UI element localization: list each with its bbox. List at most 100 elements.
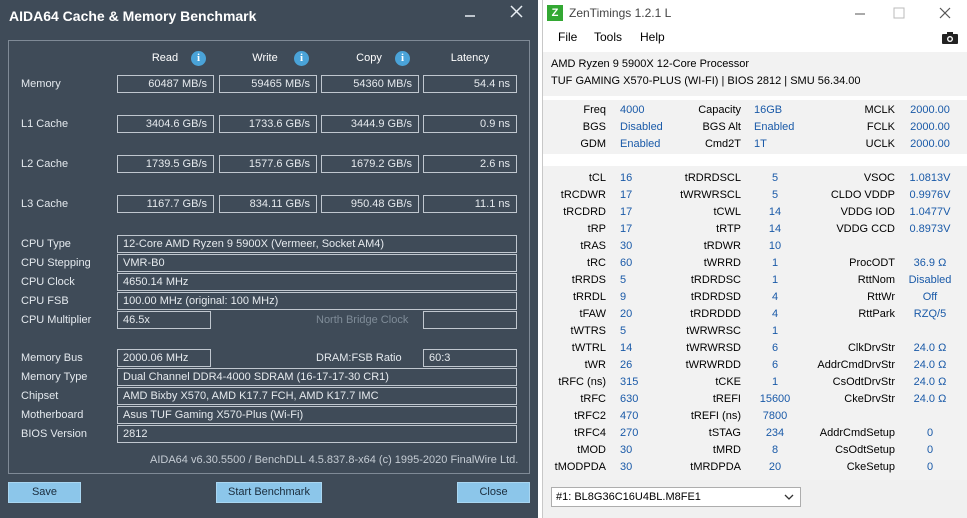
cpu-type-label: CPU Type: [21, 238, 71, 250]
timing-label: AddrCmdDrvStr: [817, 359, 895, 371]
timing-label: tRDRDDD: [690, 308, 741, 320]
start-benchmark-button[interactable]: Start Benchmark: [216, 482, 322, 503]
timing-label: tRC: [587, 257, 606, 269]
timing-label: tRDWR: [703, 240, 741, 252]
minimize-button[interactable]: [455, 4, 485, 26]
aida64-window: AIDA64 Cache & Memory Benchmark Read i W…: [0, 0, 538, 518]
timing-label: tFAW: [579, 308, 606, 320]
timing-value: 0: [926, 444, 934, 456]
info-icon[interactable]: i: [294, 51, 309, 66]
timing-value: 0: [926, 461, 934, 473]
timing-value: 16: [620, 172, 633, 184]
menu-help[interactable]: Help: [640, 30, 665, 44]
timing-label: tMODPDA: [554, 461, 606, 473]
menu-tools[interactable]: Tools: [594, 30, 622, 44]
timing-value: 24.0 Ω: [913, 376, 947, 388]
timing-label: CLDO VDDP: [830, 189, 895, 201]
save-button[interactable]: Save: [8, 482, 81, 503]
timing-label: CkeDrvStr: [844, 393, 895, 405]
menu-file[interactable]: File: [558, 30, 577, 44]
timing-value: 24.0 Ω: [913, 342, 947, 354]
freq-label: UCLK: [865, 138, 895, 150]
minimize-button[interactable]: [849, 4, 871, 24]
freq-value: 2000.00: [910, 138, 950, 150]
close-window-button[interactable]: [934, 4, 956, 24]
screenshot-button[interactable]: [941, 31, 959, 45]
timing-value: Off: [922, 291, 938, 303]
info-icon[interactable]: i: [395, 51, 410, 66]
timing-label: tRFC: [580, 393, 606, 405]
header-write: Write: [252, 52, 278, 64]
zentimings-logo-icon: Z: [547, 5, 563, 21]
timing-value: 5: [620, 325, 627, 337]
timing-value: 15600: [759, 393, 791, 405]
memory-module-select[interactable]: #1: BL8G36C16U4BL.M8FE1: [551, 487, 801, 507]
timing-label: tWRWRSCL: [680, 189, 741, 201]
timing-value: 4: [771, 291, 779, 303]
aida64-title-bar[interactable]: AIDA64 Cache & Memory Benchmark: [0, 0, 538, 32]
timing-value: 36.9 Ω: [913, 257, 947, 269]
motherboard-label: Motherboard: [21, 409, 84, 421]
close-window-button[interactable]: [501, 4, 531, 26]
timing-value: 270: [620, 427, 639, 439]
chipset-label: Chipset: [21, 390, 59, 402]
aida64-version-footer: AIDA64 v6.30.5500 / BenchDLL 4.5.837.8-x…: [150, 454, 519, 466]
timing-label: RttWr: [867, 291, 895, 303]
freq-label: GDM: [580, 138, 606, 150]
timing-value: 7800: [762, 410, 788, 422]
zentimings-window-title: ZenTimings 1.2.1 L: [569, 6, 672, 20]
zentimings-title-bar[interactable]: Z ZenTimings 1.2.1 L: [543, 0, 967, 28]
info-icon[interactable]: i: [191, 51, 206, 66]
timing-value: 17: [620, 206, 633, 218]
l3-copy-value: 950.48 GB/s: [321, 195, 419, 213]
timing-label: tCL: [588, 172, 606, 184]
timing-label: tMRD: [712, 444, 741, 456]
close-button[interactable]: Close: [457, 482, 530, 503]
timing-value: 9: [620, 291, 627, 303]
timing-label: RttNom: [857, 274, 895, 286]
timing-value: 470: [620, 410, 639, 422]
timing-value: 60: [620, 257, 633, 269]
timing-value: 20: [768, 461, 782, 473]
memory-write-value: 59465 MB/s: [219, 75, 317, 93]
freq-value: Enabled: [754, 121, 795, 133]
timing-label: VSOC: [863, 172, 895, 184]
timing-label: tWRWRSD: [686, 342, 741, 354]
dram-fsb-ratio-label: DRAM:FSB Ratio: [316, 352, 402, 364]
timing-value: 5: [771, 172, 779, 184]
timing-label: tWRWRSC: [686, 325, 741, 337]
timing-label: tRDRDSD: [690, 291, 741, 303]
timing-label: ProcODT: [849, 257, 895, 269]
freq-label: BGS Alt: [702, 121, 741, 133]
l1-write-value: 1733.6 GB/s: [219, 115, 317, 133]
timing-value: 26: [620, 359, 633, 371]
l3-latency-value: 11.1 ns: [423, 195, 517, 213]
freq-label: Cmd2T: [704, 138, 741, 150]
freq-label: MCLK: [864, 104, 895, 116]
timing-value: 1: [771, 257, 779, 269]
timing-value: Disabled: [908, 274, 952, 286]
timing-value: 6: [771, 342, 779, 354]
timing-value: 30: [620, 444, 633, 456]
maximize-button[interactable]: [888, 4, 910, 24]
timing-label: tRRDL: [572, 291, 606, 303]
timing-value: 5: [620, 274, 627, 286]
timing-label: tRFC4: [574, 427, 606, 439]
timing-label: tWR: [584, 359, 606, 371]
timing-value: 1.0477V: [909, 206, 951, 218]
cpu-multiplier-value: 46.5x: [117, 311, 211, 329]
chipset-value: AMD Bixby X570, AMD K17.7 FCH, AMD K17.7…: [117, 387, 517, 405]
cpu-stepping-label: CPU Stepping: [21, 257, 91, 269]
header-read: Read: [151, 52, 179, 64]
timing-value: 20: [620, 308, 633, 320]
timing-label: tSTAG: [708, 427, 741, 439]
motherboard-value: Asus TUF Gaming X570-Plus (Wi-Fi): [117, 406, 517, 424]
l2-write-value: 1577.6 GB/s: [219, 155, 317, 173]
cpu-name: AMD Ryzen 9 5900X 12-Core Processor: [551, 58, 750, 70]
cpu-fsb-label: CPU FSB: [21, 295, 69, 307]
timing-label: CsOdtSetup: [835, 444, 895, 456]
freq-label: Freq: [583, 104, 606, 116]
l2-copy-value: 1679.2 GB/s: [321, 155, 419, 173]
timing-label: tRFC2: [574, 410, 606, 422]
freq-label: BGS: [582, 121, 606, 133]
